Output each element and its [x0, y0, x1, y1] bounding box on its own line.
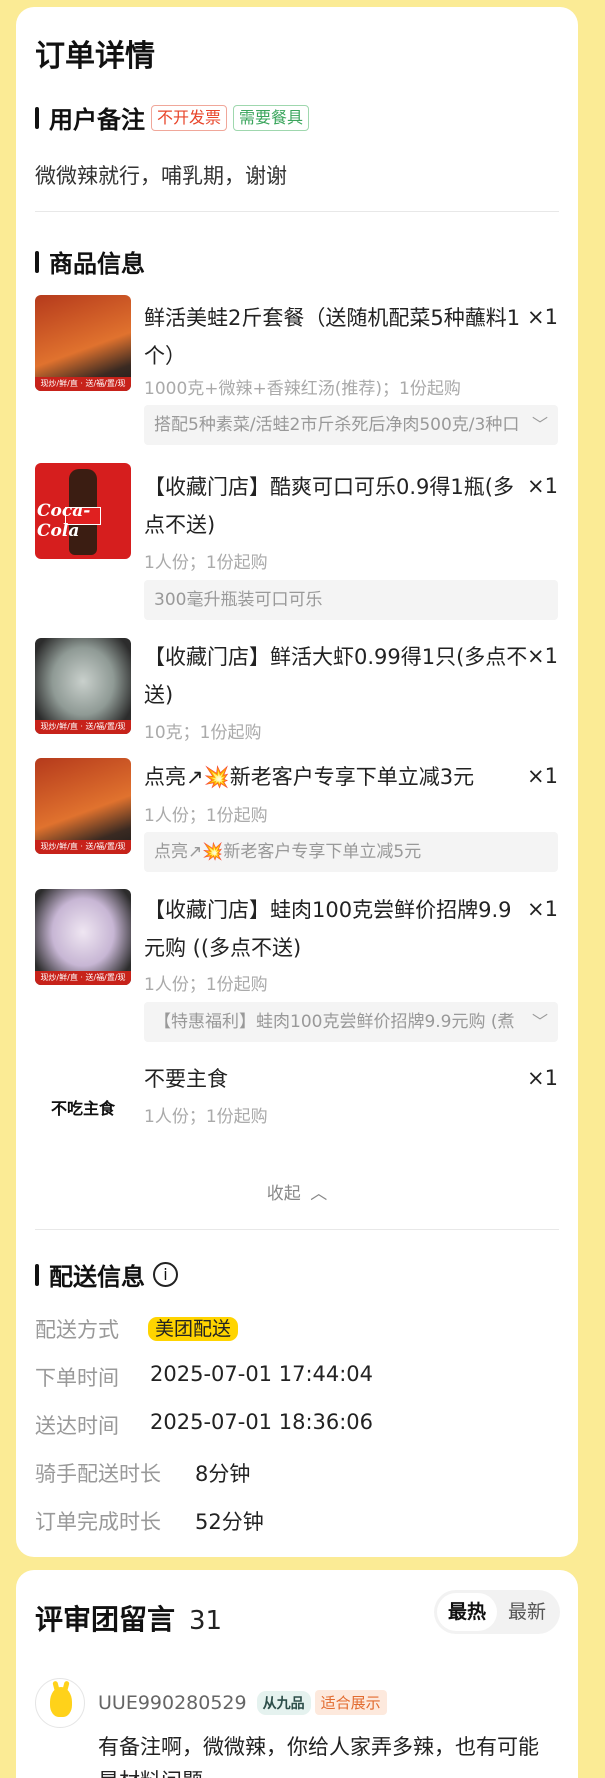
tab-newest[interactable]: 最新: [497, 1593, 557, 1631]
item-detail-box: 300毫升瓶装可口可乐: [144, 580, 558, 620]
collapse-label: 收起: [266, 1184, 301, 1204]
no-staple-thumbnail: 不吃主食: [35, 1059, 131, 1155]
item-name: 点亮↗💥新老客户专享下单立减3元: [144, 765, 475, 789]
thumb-footer: 现炒/鲜/直 · 送/福/置/现: [35, 720, 131, 734]
item-detail-text: 300毫升瓶装可口可乐: [154, 590, 323, 610]
divider: [35, 1229, 559, 1230]
item-name: 鲜活美蛙2斤套餐（送随机配菜5种蘸料1个）: [144, 306, 521, 368]
item-name: 不要主食: [144, 1067, 228, 1091]
order-detail-card: 订单详情 用户备注 不开发票 需要餐具 微微辣就行，哺乳期，谢谢 商品信息 现炒…: [16, 7, 578, 1557]
item-spec: 1人份；1份起购: [144, 975, 268, 995]
chevron-up-icon: ︿: [310, 1184, 328, 1204]
frog-pot-thumbnail: 现炒/鲜/直 · 送/福/置/现: [35, 758, 131, 854]
goods-section-heading: 商品信息: [35, 244, 145, 279]
item-detail-text: 搭配5种素菜/活蛙2市斤杀死后净肉500克/3种口: [154, 415, 520, 435]
item-qty: ×1: [527, 1066, 558, 1090]
collapse-button[interactable]: 收起 ︿: [16, 1179, 578, 1204]
suitable-display-tag: 适合展示: [314, 1690, 387, 1715]
comment-text: 有备注啊，微微辣，你给人家弄多辣，也有可能是材料问题: [98, 1735, 539, 1778]
item-detail-text: 【特惠福利】蛙肉100克尝鲜价招牌9.9元购 (煮: [154, 1012, 515, 1032]
thumb-text: 不吃主食: [50, 1099, 115, 1118]
user-level-badge: 从九品: [256, 1690, 311, 1715]
goods-heading: 商品信息: [49, 250, 145, 278]
remark-section-heading: 用户备注 不开发票 需要餐具: [35, 100, 310, 135]
review-sort-tabs: 最热 最新: [434, 1590, 560, 1634]
item-detail-text: 点亮↗💥新老客户专享下单立减5元: [154, 842, 422, 862]
divider: [35, 211, 559, 212]
delivery-section-heading: 配送信息 i: [35, 1257, 178, 1292]
delivery-method-value: 美团配送: [148, 1314, 239, 1341]
item-qty: ×1: [527, 764, 558, 788]
comment-username[interactable]: UUE990280529: [98, 1692, 247, 1714]
item-detail-dropdown[interactable]: 搭配5种素菜/活蛙2市斤杀死后净肉500克/3种口 ﹀: [144, 405, 558, 445]
info-icon[interactable]: i: [153, 1262, 178, 1287]
review-title: 评审团留言: [35, 1603, 176, 1636]
item-qty: ×1: [527, 305, 558, 329]
thumb-footer: 现炒/鲜/直 · 送/福/置/现: [35, 377, 131, 391]
delivery-method-pill: 美团配送: [148, 1317, 239, 1341]
delivery-heading: 配送信息: [49, 1263, 145, 1291]
page-title: 订单详情: [35, 39, 155, 74]
chevron-down-icon: ﹀: [531, 1012, 548, 1031]
order-time-value: 2025-07-01 17:44:04: [150, 1362, 374, 1386]
shrimp-thumbnail: 现炒/鲜/直 · 送/福/置/现: [35, 638, 131, 734]
thumb-footer: 现炒/鲜/直 · 送/福/置/现: [35, 840, 131, 854]
frog-meat-thumbnail: 现炒/鲜/直 · 送/福/置/现: [35, 889, 131, 985]
no-invoice-tag: 不开发票: [151, 104, 228, 131]
item-qty: ×1: [527, 644, 558, 668]
complete-duration-label: 订单完成时长: [35, 1510, 161, 1534]
tab-hottest[interactable]: 最热: [437, 1593, 497, 1631]
rider-duration-value: 8分钟: [195, 1462, 251, 1486]
frog-pot-thumbnail: 现炒/鲜/直 · 送/福/置/现: [35, 295, 131, 391]
heading-bar: [35, 250, 39, 273]
item-name: 【收藏门店】鲜活大虾0.99得1只(多点不送): [144, 645, 528, 707]
item-name: 【收藏门店】蛙肉100克尝鲜价招牌9.9元购 ((多点不送): [144, 898, 512, 960]
review-card: 评审团留言 31 最热 最新 UUE990280529 从九品 适合展示 有备注…: [16, 1570, 578, 1778]
chevron-down-icon: ﹀: [531, 415, 548, 434]
item-name: 【收藏门店】酷爽可口可乐0.9得1瓶(多点不送): [144, 475, 514, 537]
review-count: 31: [189, 1606, 223, 1636]
item-detail-dropdown[interactable]: 【特惠福利】蛙肉100克尝鲜价招牌9.9元购 (煮 ﹀: [144, 1002, 558, 1042]
review-header: 评审团留言 31: [35, 1598, 222, 1638]
item-spec: 10克；1份起购: [144, 723, 262, 743]
need-utensils-tag: 需要餐具: [233, 104, 310, 131]
item-spec: 1人份；1份起购: [144, 1107, 268, 1127]
item-spec: 1人份；1份起购: [144, 806, 268, 826]
complete-duration-value: 52分钟: [195, 1510, 264, 1534]
arrive-time-value: 2025-07-01 18:36:06: [150, 1410, 374, 1434]
coke-thumbnail: Coca-Cola: [35, 463, 131, 559]
remark-heading: 用户备注: [49, 106, 145, 134]
delivery-method-label: 配送方式: [35, 1318, 119, 1342]
item-spec: 1人份；1份起购: [144, 553, 268, 573]
arrive-time-label: 送达时间: [35, 1414, 119, 1438]
remark-text: 微微辣就行，哺乳期，谢谢: [35, 164, 287, 188]
item-qty: ×1: [527, 897, 558, 921]
rider-duration-label: 骑手配送时长: [35, 1462, 161, 1486]
item-detail-box: 点亮↗💥新老客户专享下单立减5元: [144, 832, 558, 872]
comment-user-row: UUE990280529 从九品 适合展示: [98, 1690, 387, 1715]
avatar[interactable]: [35, 1678, 85, 1728]
heading-bar: [35, 1263, 39, 1286]
coke-logo-text: Coca-Cola: [37, 501, 91, 541]
order-time-label: 下单时间: [35, 1366, 119, 1390]
thumb-footer: 现炒/鲜/直 · 送/福/置/现: [35, 971, 131, 985]
item-spec: 1000克+微辣+香辣红汤(推荐)；1份起购: [144, 379, 461, 399]
heading-bar: [35, 106, 39, 129]
item-qty: ×1: [527, 474, 558, 498]
